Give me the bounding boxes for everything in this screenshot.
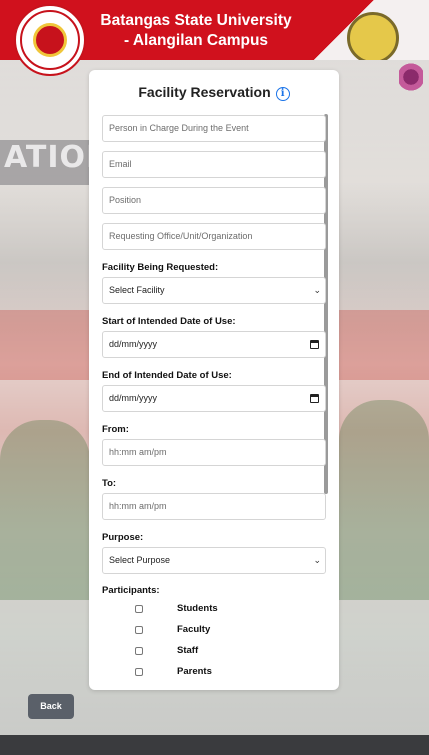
seal-icon [347, 12, 399, 60]
campus-title: Batangas State University - Alangilan Ca… [100, 12, 292, 49]
end-date-label: End of Intended Date of Use: [102, 370, 232, 381]
chevron-down-icon: ⌄ [313, 555, 321, 565]
participant-option-staff[interactable]: Staff [135, 644, 198, 658]
start-date-label: Start of Intended Date of Use: [102, 316, 236, 327]
faculty-checkbox[interactable] [135, 626, 143, 634]
calendar-icon[interactable] [310, 340, 319, 349]
reservation-form-card: Facility Reservation i Person in Charge D… [89, 70, 339, 690]
facility-select[interactable]: Select Facility ⌄ [102, 277, 326, 304]
participant-option-students[interactable]: Students [135, 602, 218, 616]
info-icon[interactable]: i [275, 87, 290, 101]
end-date-input[interactable]: dd/mm/yyyy [102, 385, 326, 412]
parents-checkbox[interactable] [135, 668, 143, 676]
university-logo [14, 4, 86, 76]
calendar-icon[interactable] [310, 394, 319, 403]
office-input[interactable]: Requesting Office/Unit/Organization [102, 223, 326, 250]
facility-label: Facility Being Requested: [102, 262, 219, 273]
chevron-down-icon: ⌄ [313, 285, 321, 295]
students-checkbox[interactable] [135, 605, 143, 613]
purpose-select[interactable]: Select Purpose ⌄ [102, 547, 326, 574]
form-title: Facility Reservation i [89, 84, 339, 101]
email-input[interactable]: Email [102, 151, 326, 178]
to-label: To: [102, 478, 117, 489]
participants-label: Participants: [102, 585, 160, 596]
flower-decoration [399, 62, 423, 92]
from-time-input[interactable]: hh:mm am/pm [102, 439, 326, 466]
start-date-input[interactable]: dd/mm/yyyy [102, 331, 326, 358]
participant-option-parents[interactable]: Parents [135, 665, 212, 679]
back-button[interactable]: Back [28, 694, 74, 719]
to-time-input[interactable]: hh:mm am/pm [102, 493, 326, 520]
footer-bar [0, 735, 429, 755]
position-input[interactable]: Position [102, 187, 326, 214]
person-in-charge-input[interactable]: Person in Charge During the Event [102, 115, 326, 142]
participant-option-faculty[interactable]: Faculty [135, 623, 210, 637]
purpose-label: Purpose: [102, 532, 144, 543]
from-label: From: [102, 424, 129, 435]
staff-checkbox[interactable] [135, 647, 143, 655]
